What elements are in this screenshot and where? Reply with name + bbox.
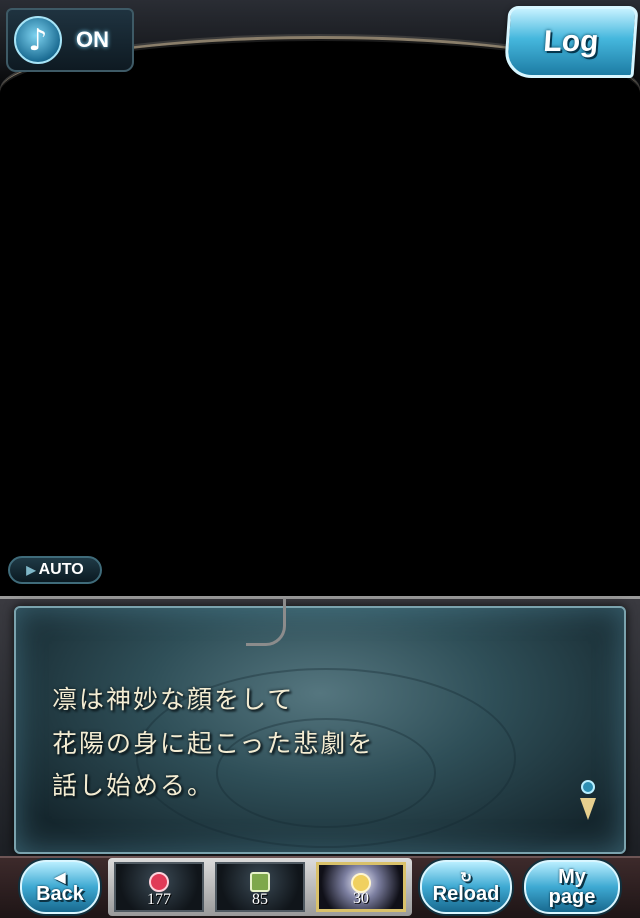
green-cube-icon: [250, 872, 270, 892]
item-count: 30: [353, 890, 369, 907]
mypage-button-label-line1: My: [558, 866, 586, 888]
item-slot[interactable]: 30: [316, 862, 406, 912]
item-tray: 177 85 30: [108, 858, 412, 916]
triangle-left-icon: ◀: [54, 869, 66, 885]
item-slot[interactable]: 85: [215, 862, 305, 912]
back-button[interactable]: ◀ Back: [20, 860, 100, 914]
auto-button-label: AUTO: [38, 561, 84, 578]
dialogue-line: 話し始める。: [52, 771, 215, 800]
item-slot[interactable]: 177: [114, 862, 204, 912]
log-button-label: Log: [542, 25, 600, 58]
bgm-state-label: ON: [76, 27, 109, 52]
log-button[interactable]: Log: [503, 6, 639, 78]
reload-icon: ↻: [460, 869, 472, 885]
frame-hook-ornament: [246, 598, 286, 646]
next-arrow-icon: [578, 780, 598, 824]
reload-button-label: Reload: [432, 883, 500, 905]
auto-button[interactable]: ▶ AUTO: [8, 556, 102, 584]
music-note-icon: ♪: [14, 16, 62, 64]
mypage-button-label-line2: page: [548, 886, 596, 908]
red-gem-icon: [149, 872, 169, 892]
bgm-toggle[interactable]: ♪ ON: [6, 8, 134, 72]
dialogue-line: 花陽の身に起こった悲劇を: [52, 729, 375, 758]
play-triangle-icon: ▶: [26, 563, 36, 577]
reload-button[interactable]: ↻ Reload: [420, 860, 512, 914]
back-button-label: Back: [36, 883, 84, 905]
dialogue-line: 凛は神妙な顔をして: [52, 685, 295, 714]
item-count: 85: [252, 891, 268, 908]
mypage-button[interactable]: My page: [524, 860, 620, 914]
item-count: 177: [147, 891, 171, 908]
